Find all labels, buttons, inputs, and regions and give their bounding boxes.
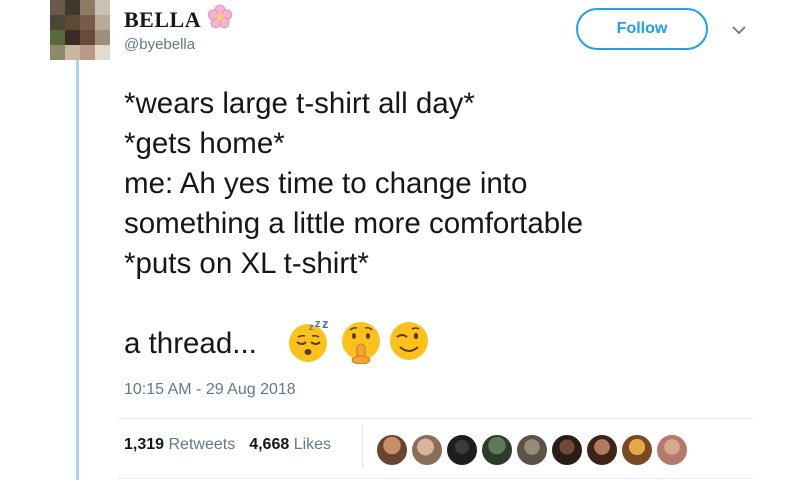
- shushing-face-icon: [342, 322, 380, 364]
- likes-stat[interactable]: 4,668 Likes: [249, 436, 345, 453]
- divider: [118, 478, 753, 479]
- retweets-count: 1,319: [124, 436, 165, 453]
- thread-connector-line: [76, 60, 79, 480]
- liker-avatar[interactable]: [445, 433, 479, 467]
- chevron-down-icon[interactable]: [731, 24, 747, 36]
- svg-text:z: z: [322, 318, 329, 331]
- tweet-line: something a little more comfortable: [124, 207, 584, 240]
- tweet-line: *puts on XL t-shirt*: [124, 247, 369, 280]
- liker-avatar[interactable]: [515, 433, 549, 467]
- divider: [118, 418, 753, 419]
- stats-separator: [362, 424, 363, 468]
- tweet-line: *gets home*: [124, 127, 285, 160]
- tweet-line: me: Ah yes time to change into: [124, 167, 528, 200]
- liker-avatar[interactable]: [585, 433, 619, 467]
- liker-avatar[interactable]: [655, 433, 689, 467]
- liker-avatar[interactable]: [550, 433, 584, 467]
- retweets-label: Retweets: [168, 436, 236, 453]
- engagement-stats: 1,319 Retweets 4,668 Likes: [124, 436, 345, 454]
- liker-avatar[interactable]: [375, 433, 409, 467]
- liker-avatar[interactable]: [410, 433, 444, 467]
- user-handle[interactable]: @byebella: [124, 36, 195, 53]
- sleeping-face-icon: z z z: [289, 318, 329, 362]
- svg-text:z: z: [315, 318, 321, 330]
- retweets-stat[interactable]: 1,319 Retweets: [124, 436, 249, 453]
- follow-button[interactable]: Follow: [576, 8, 708, 50]
- tweet-timestamp[interactable]: 10:15 AM - 29 Aug 2018: [124, 381, 296, 399]
- cherry-blossom-icon: [207, 4, 233, 29]
- display-name[interactable]: BELLA: [124, 7, 201, 33]
- winking-face-icon: [390, 322, 428, 360]
- liker-avatar[interactable]: [620, 433, 654, 467]
- tweet-thread-line: a thread...: [124, 327, 257, 360]
- svg-text:z: z: [309, 322, 314, 332]
- likes-label: Likes: [293, 436, 332, 453]
- tweet-text: *wears large t-shirt all day* *gets home…: [124, 84, 583, 284]
- tweet-line: *wears large t-shirt all day*: [124, 87, 475, 120]
- likes-count: 4,668: [249, 436, 290, 453]
- liker-avatar[interactable]: [480, 433, 514, 467]
- avatar[interactable]: [50, 0, 110, 60]
